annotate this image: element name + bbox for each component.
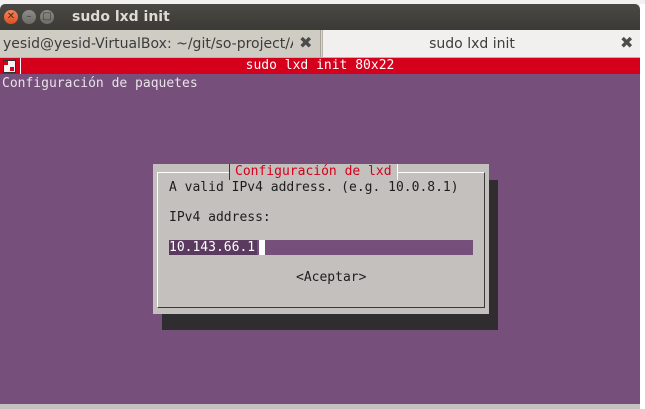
tab-terminal-home[interactable]: yesid@yesid-VirtualBox: ~/git/so-project… — [0, 30, 321, 57]
tab-label: sudo lxd init — [429, 36, 515, 52]
terminal-area[interactable]: sudo lxd init 80x22 Configuración de paq… — [0, 58, 640, 404]
terminal-titlebar: sudo lxd init 80x22 — [0, 58, 640, 74]
window-titlebar[interactable]: ✕ – □ sudo lxd init — [0, 4, 640, 30]
dialog-description: A valid IPv4 address. (e.g. 10.0.8.1) — [169, 180, 459, 195]
ipv4-address-input[interactable]: 10.143.66.1 — [169, 240, 473, 255]
minimize-window-button[interactable]: – — [22, 10, 36, 24]
tab-close-icon[interactable]: ✖ — [299, 33, 312, 52]
terminal-title: sudo lxd init 80x22 — [245, 58, 395, 73]
close-window-button[interactable]: ✕ — [4, 10, 18, 24]
tab-bar: yesid@yesid-VirtualBox: ~/git/so-project… — [0, 30, 641, 58]
window-bottom-edge — [0, 404, 640, 409]
tab-sudo-lxd-init[interactable]: sudo lxd init ✖ — [322, 30, 641, 57]
accept-button[interactable]: <Aceptar> — [296, 270, 366, 285]
ipv4-address-value: 10.143.66.1 — [169, 240, 258, 255]
tab-label: yesid@yesid-VirtualBox: ~/git/so-project… — [3, 36, 293, 52]
desktop-edge — [640, 4, 645, 409]
text-cursor — [259, 240, 265, 255]
maximize-window-button[interactable]: □ — [40, 10, 54, 24]
terminal-heading: Configuración de paquetes — [2, 76, 198, 91]
config-dialog: Configuración de lxd A valid IPv4 addres… — [153, 164, 489, 314]
window-title: sudo lxd init — [72, 9, 170, 25]
minimize-icon: – — [26, 11, 32, 22]
maximize-icon: □ — [42, 11, 52, 22]
ipv4-field-label: IPv4 address: — [169, 210, 271, 225]
close-icon: ✕ — [6, 11, 16, 22]
tab-close-icon[interactable]: ✖ — [620, 33, 633, 52]
dialog-title: Configuración de lxd — [229, 164, 398, 180]
